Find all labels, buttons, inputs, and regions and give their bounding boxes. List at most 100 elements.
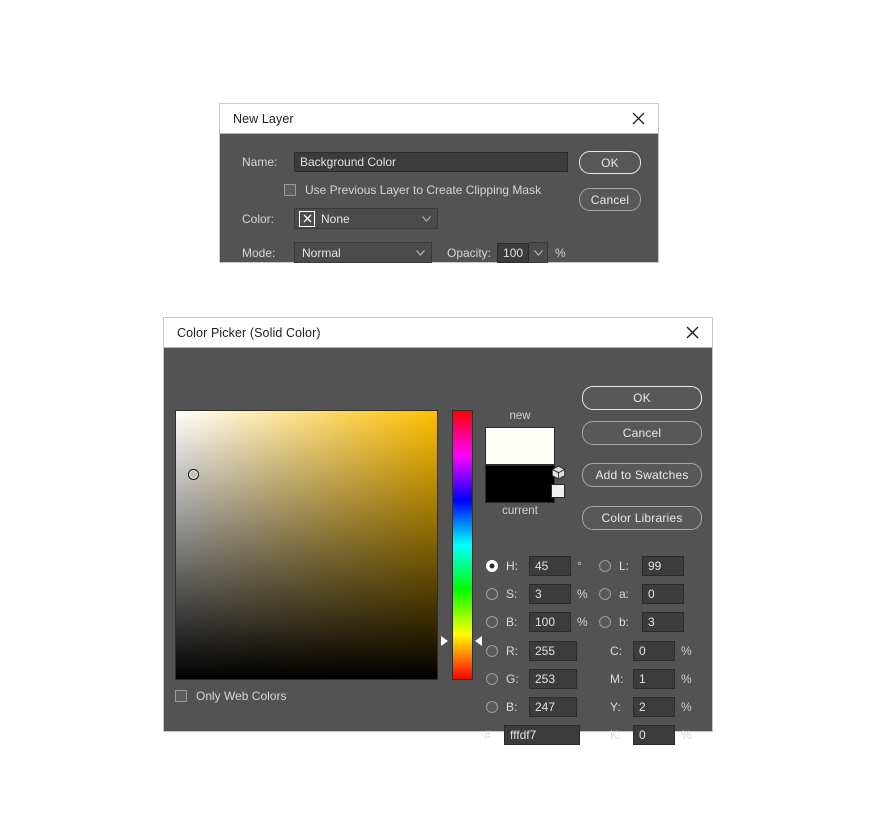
cyan-input[interactable]: 0: [633, 641, 675, 661]
color-label: Color:: [242, 211, 275, 226]
lab-row-l: L: 99: [599, 556, 684, 576]
close-icon[interactable]: [628, 109, 648, 129]
mode-select-value: Normal: [302, 245, 341, 260]
hsb-row-h: H: 45 °: [486, 556, 582, 576]
green-radio[interactable]: [486, 673, 498, 685]
saturation-brightness-field[interactable]: [175, 410, 438, 680]
only-web-colors-row: Only Web Colors: [175, 689, 286, 703]
saturation-radio[interactable]: [486, 588, 498, 600]
blue-input[interactable]: 247: [529, 697, 577, 717]
name-label: Name:: [242, 155, 278, 169]
hue-slider[interactable]: [452, 410, 473, 680]
black-unit: %: [681, 728, 692, 742]
lab-l-label: L:: [619, 559, 630, 573]
color-picker-title: Color Picker (Solid Color): [177, 325, 321, 340]
hsb-row-b: B: 100 %: [486, 612, 588, 632]
blue-label: B:: [506, 700, 518, 714]
cancel-button[interactable]: Cancel: [582, 421, 702, 445]
color-select-value: None: [321, 211, 350, 226]
yellow-unit: %: [681, 700, 692, 714]
color-libraries-button[interactable]: Color Libraries: [582, 506, 702, 530]
close-icon[interactable]: [682, 323, 702, 343]
cyan-unit: %: [681, 644, 692, 658]
color-field-cursor[interactable]: [188, 469, 199, 480]
black-input[interactable]: 0: [633, 725, 675, 745]
name-row: Name: Background Color: [242, 152, 568, 172]
opacity-stepper[interactable]: [529, 242, 549, 263]
yellow-label: Y:: [610, 700, 621, 714]
lab-row-b: b: 3: [599, 612, 684, 632]
cmyk-row-y: Y: 2 %: [610, 697, 692, 717]
hue-marker-right-icon: [475, 636, 482, 646]
lab-l-radio[interactable]: [599, 560, 611, 572]
web-safe-square-icon[interactable]: [551, 484, 565, 498]
ok-button[interactable]: OK: [582, 386, 702, 410]
rgb-row-g: G: 253: [486, 669, 577, 689]
saturation-input[interactable]: 3: [529, 584, 571, 604]
lab-a-radio[interactable]: [599, 588, 611, 600]
current-swatch-label: current: [502, 505, 538, 517]
rgb-row-r: R: 255: [486, 641, 577, 661]
mode-row: Mode: Normal Opacity: 100 %: [242, 242, 566, 263]
layer-name-input[interactable]: Background Color: [294, 152, 568, 172]
new-layer-title: New Layer: [233, 111, 294, 126]
none-x-icon: [299, 210, 315, 227]
opacity-label: Opacity:: [447, 245, 492, 260]
lab-row-a: a: 0: [599, 584, 684, 604]
hex-symbol-label: #: [484, 728, 491, 742]
lab-b-input[interactable]: 3: [642, 612, 684, 632]
clipping-mask-label: Use Previous Layer to Create Clipping Ma…: [305, 183, 542, 197]
mode-select[interactable]: Normal: [294, 242, 432, 263]
add-to-swatches-button[interactable]: Add to Swatches: [582, 463, 702, 487]
yellow-input[interactable]: 2: [633, 697, 675, 717]
color-select[interactable]: None: [294, 208, 438, 229]
green-input[interactable]: 253: [529, 669, 577, 689]
black-label: K:: [610, 728, 622, 742]
new-layer-dialog: New Layer Name: Background Color Use Pre…: [219, 103, 659, 263]
color-row: Color: None: [242, 208, 438, 229]
new-swatch-label: new: [509, 410, 531, 422]
opacity-unit: %: [555, 245, 566, 260]
hsb-row-s: S: 3 %: [486, 584, 588, 604]
only-web-colors-checkbox[interactable]: [175, 690, 187, 702]
clipping-mask-checkbox[interactable]: [284, 184, 296, 196]
magenta-input[interactable]: 1: [633, 669, 675, 689]
brightness-radio[interactable]: [486, 616, 498, 628]
hex-input[interactable]: fffdf7: [504, 725, 580, 745]
lab-a-label: a:: [619, 587, 630, 601]
lab-b-radio[interactable]: [599, 616, 611, 628]
blue-radio[interactable]: [486, 701, 498, 713]
rgb-row-b: B: 247: [486, 697, 577, 717]
lab-b-label: b:: [619, 615, 630, 629]
hue-input[interactable]: 45: [529, 556, 571, 576]
lab-a-input[interactable]: 0: [642, 584, 684, 604]
new-color-swatch[interactable]: [485, 427, 555, 465]
saturation-unit: %: [577, 587, 588, 601]
brightness-input[interactable]: 100: [529, 612, 571, 632]
new-layer-titlebar: New Layer: [220, 104, 658, 134]
hex-row: # fffdf7: [484, 725, 580, 745]
opacity-input[interactable]: 100: [497, 242, 530, 263]
current-color-swatch[interactable]: [485, 465, 555, 503]
hue-radio[interactable]: [486, 560, 498, 572]
cmyk-row-m: M: 1 %: [610, 669, 692, 689]
cmyk-row-c: C: 0 %: [610, 641, 692, 661]
magenta-unit: %: [681, 672, 692, 686]
mode-label: Mode:: [242, 245, 276, 260]
ok-button[interactable]: OK: [579, 151, 641, 174]
color-picker-dialog: Color Picker (Solid Color) new current O…: [163, 317, 713, 745]
chevron-down-icon: [416, 249, 425, 256]
red-input[interactable]: 255: [529, 641, 577, 661]
lab-l-input[interactable]: 99: [642, 556, 684, 576]
magenta-label: M:: [610, 672, 624, 686]
green-label: G:: [506, 672, 519, 686]
cube-icon[interactable]: [551, 465, 566, 485]
red-label: R:: [506, 644, 518, 658]
chevron-down-icon: [422, 215, 431, 222]
red-radio[interactable]: [486, 645, 498, 657]
cancel-button[interactable]: Cancel: [579, 188, 641, 211]
brightness-label: B:: [506, 615, 518, 629]
color-picker-titlebar: Color Picker (Solid Color): [164, 318, 712, 348]
cmyk-row-k: K: 0 %: [610, 725, 692, 745]
chevron-down-icon: [534, 249, 543, 256]
